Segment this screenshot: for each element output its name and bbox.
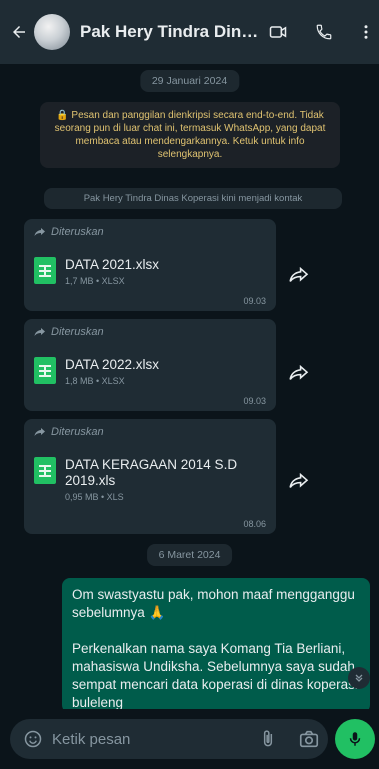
voice-call-button[interactable] (312, 20, 336, 44)
avatar[interactable] (34, 14, 70, 50)
back-button[interactable] (6, 12, 32, 52)
message-time: 09.03 (243, 296, 266, 306)
file-message[interactable]: Diteruskan DATA 2022.xlsx 1,8 MB • XLSX … (24, 319, 276, 411)
menu-button[interactable] (354, 20, 378, 44)
emoji-button[interactable] (22, 728, 44, 750)
chat-title[interactable]: Pak Hery Tindra Dina... (80, 22, 260, 42)
phone-icon (316, 24, 332, 40)
forward-button[interactable] (284, 361, 314, 385)
arrow-left-icon (13, 26, 25, 38)
forwarded-label: Diteruskan (34, 426, 104, 438)
message-text: Om swastyastu pak, mohon maaf mengganggu… (72, 587, 358, 709)
emoji-icon (24, 730, 42, 748)
share-forward-icon (289, 473, 309, 488)
camera-button[interactable] (298, 728, 320, 755)
file-attachment[interactable]: DATA 2022.xlsx 1,8 MB • XLSX (34, 357, 159, 386)
encryption-notice[interactable]: 🔒 Pesan dan panggilan dienkripsi secara … (40, 102, 340, 168)
forward-icon (34, 328, 45, 336)
spreadsheet-file-icon (34, 257, 56, 284)
file-meta: 0,95 MB • XLS (65, 492, 124, 502)
forward-icon (34, 428, 45, 436)
forward-button[interactable] (284, 263, 314, 287)
video-call-icon (269, 26, 287, 38)
message-input[interactable] (52, 724, 242, 754)
file-name: DATA 2022.xlsx (65, 357, 160, 372)
message-time: 09.03 (243, 396, 266, 406)
file-name: DATA 2021.xlsx (65, 257, 160, 272)
chat-header: Pak Hery Tindra Dina... (0, 0, 379, 64)
video-call-button[interactable] (266, 20, 290, 44)
file-message[interactable]: Diteruskan DATA KERAGAAN 2014 S.D 2019.x… (24, 419, 276, 534)
file-meta: 1,7 MB • XLSX (65, 276, 125, 286)
forwarded-label: Diteruskan (34, 326, 104, 338)
camera-icon (299, 730, 319, 748)
date-separator: 6 Maret 2024 (146, 544, 233, 566)
outgoing-message[interactable]: Om swastyastu pak, mohon maaf mengganggu… (62, 578, 370, 709)
message-time: 08.06 (243, 519, 266, 529)
attach-button[interactable] (258, 728, 278, 755)
forwarded-label: Diteruskan (34, 226, 104, 238)
chevron-down-icon (355, 674, 363, 682)
chat-area[interactable]: 29 Januari 2024 🔒 Pesan dan panggilan di… (0, 64, 379, 709)
more-vertical-icon (364, 25, 368, 39)
message-input-bar[interactable] (10, 719, 328, 759)
share-forward-icon (289, 365, 309, 380)
file-message[interactable]: Diteruskan DATA 2021.xlsx 1,7 MB • XLSX … (24, 219, 276, 311)
file-attachment[interactable]: DATA KERAGAAN 2014 S.D 2019.xls 0,95 MB … (34, 457, 264, 502)
share-forward-icon (289, 267, 309, 282)
forward-icon (34, 228, 45, 236)
mic-icon (349, 732, 361, 746)
spreadsheet-file-icon (34, 357, 56, 384)
paperclip-icon (263, 730, 273, 747)
file-attachment[interactable]: DATA 2021.xlsx 1,7 MB • XLSX (34, 257, 159, 286)
date-separator: 29 Januari 2024 (139, 70, 240, 92)
composer (0, 709, 379, 769)
scroll-down-button[interactable] (348, 667, 370, 689)
spreadsheet-file-icon (34, 457, 56, 484)
contact-added-note: Pak Hery Tindra Dinas Koperasi kini menj… (44, 188, 342, 209)
file-name: DATA KERAGAAN 2014 S.D 2019.xls (65, 457, 238, 488)
file-meta: 1,8 MB • XLSX (65, 376, 125, 386)
forward-button[interactable] (284, 469, 314, 493)
mic-button[interactable] (335, 719, 375, 759)
